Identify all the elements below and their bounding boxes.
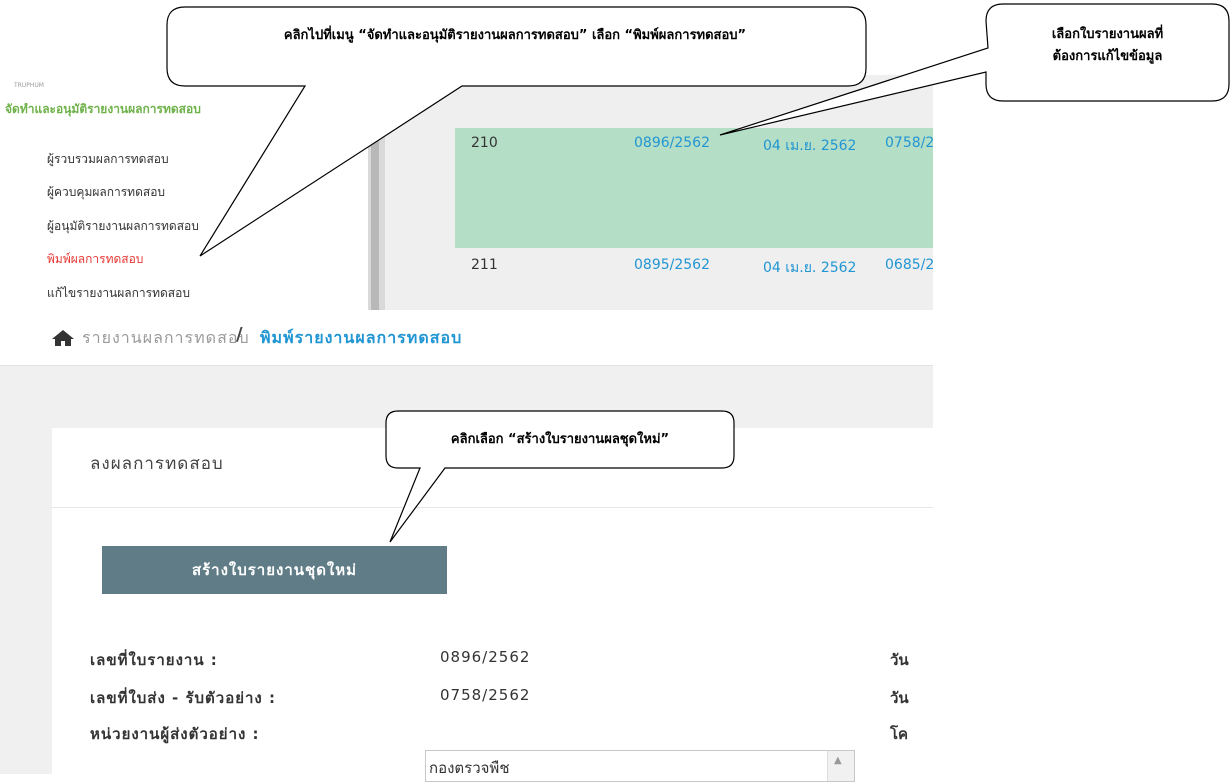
callout-create-new-text: คลิกเลือก “สร้างใบรายงานผลชุดใหม่” (450, 432, 670, 447)
callout-select-report-line1: เลือกใบรายงานผลที่ (1051, 27, 1164, 42)
callout-overlay (166, 3, 1230, 543)
callout-menu-text: คลิกไปที่เมนู “จัดทำและอนุมัติรายงานผลกา… (283, 28, 747, 43)
callout-select-report-line2: ต้องการแก้ไขข้อมูล (1052, 49, 1163, 64)
